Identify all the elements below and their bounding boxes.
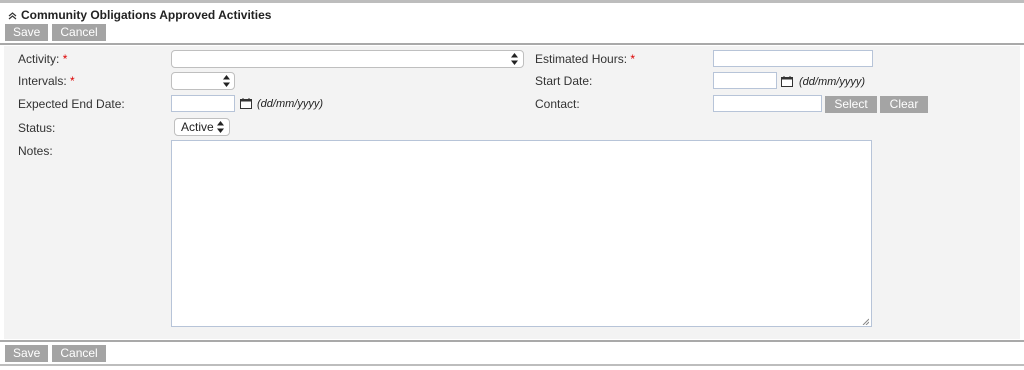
save-button[interactable]: Save <box>5 345 49 362</box>
status-value: Active <box>181 120 214 134</box>
date-format-hint: (dd/mm/yyyy) <box>799 76 865 88</box>
date-format-hint: (dd/mm/yyyy) <box>257 98 323 110</box>
estimated-hours-label: Estimated Hours: * <box>535 52 636 66</box>
start-date-label: Start Date: <box>535 74 593 88</box>
activity-select[interactable] <box>171 50 524 68</box>
cancel-button[interactable]: Cancel <box>52 24 106 41</box>
cancel-button[interactable]: Cancel <box>52 345 106 362</box>
select-arrows-icon <box>223 75 230 87</box>
notes-textarea[interactable] <box>171 140 872 327</box>
top-divider <box>0 0 1024 3</box>
status-label: Status: <box>18 121 56 135</box>
section-header[interactable]: Community Obligations Approved Activitie… <box>8 8 271 22</box>
contact-input[interactable] <box>713 95 822 112</box>
expected-end-date-label: Expected End Date: <box>18 97 125 111</box>
select-arrows-icon <box>511 53 518 65</box>
calendar-icon[interactable] <box>781 76 793 87</box>
bottom-divider <box>0 364 1024 366</box>
top-toolbar: Save Cancel <box>5 24 106 41</box>
notes-label: Notes: <box>18 144 53 158</box>
select-contact-button[interactable]: Select <box>825 96 877 113</box>
clear-contact-button[interactable]: Clear <box>880 96 928 113</box>
bottom-toolbar: Save Cancel <box>5 345 106 362</box>
intervals-label: Intervals: * <box>18 74 75 88</box>
save-button[interactable]: Save <box>5 24 49 41</box>
section-title: Community Obligations Approved Activitie… <box>21 8 272 22</box>
chevron-up-icon[interactable] <box>8 11 17 20</box>
calendar-icon[interactable] <box>240 98 252 109</box>
resize-grip-icon[interactable] <box>862 318 869 325</box>
select-arrows-icon <box>217 121 224 133</box>
toolbar-divider <box>0 43 1024 45</box>
activity-label: Activity: * <box>18 52 68 66</box>
contact-label: Contact: <box>535 97 580 111</box>
form-panel: Activity: * Intervals: * Expected End Da… <box>4 46 1020 339</box>
estimated-hours-input[interactable] <box>713 50 873 67</box>
form-bottom-divider <box>0 340 1024 342</box>
expected-end-date-input[interactable] <box>171 95 235 112</box>
start-date-input[interactable] <box>713 72 777 89</box>
